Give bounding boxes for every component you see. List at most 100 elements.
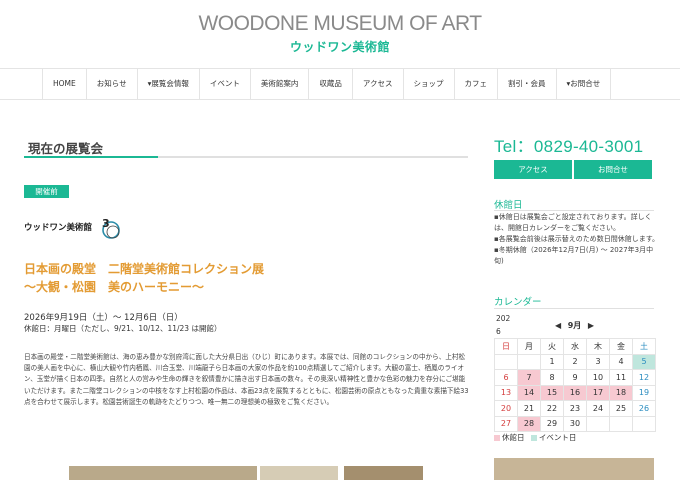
calendar-day[interactable]: 4: [609, 353, 633, 370]
sidebar-artwork-image[interactable]: [494, 458, 654, 480]
nav-exhibitions[interactable]: ▾展覧会情報: [136, 69, 199, 99]
calendar-day[interactable]: 10: [586, 369, 610, 386]
closed-days-notes: ▪休館日は展覧会ごと設定されております。詳しくは、開館日カレンダーをご覧ください…: [494, 212, 660, 267]
title-divider-accent: [24, 156, 158, 158]
calendar-day[interactable]: 29: [540, 415, 564, 432]
nav-home[interactable]: HOME: [42, 69, 86, 99]
nav-news[interactable]: お知らせ: [85, 69, 137, 99]
nav-shop[interactable]: ショップ: [402, 69, 454, 99]
logo-text: ウッドワン美術館: [24, 223, 93, 233]
artwork-image-3: [344, 466, 423, 480]
calendar-year: 202: [496, 314, 511, 323]
calendar-day[interactable]: 20: [494, 400, 518, 417]
artwork-image-2: [260, 466, 338, 480]
note-item: ▪各展覧会前後は展示替えのため数日間休館します。: [494, 235, 660, 243]
exhibition-logo: ウッドワン美術館 3: [24, 215, 134, 243]
calendar-divider: [494, 308, 654, 309]
calendar-heading: カレンダー: [494, 297, 542, 308]
calendar-day[interactable]: 23: [563, 400, 587, 417]
calendar-week-row: 20 21 22 23 24 25 26: [494, 400, 656, 417]
calendar-year-digit: 6: [496, 327, 501, 336]
calendar-day[interactable]: 9: [563, 369, 587, 386]
next-month-button[interactable]: ▶: [588, 321, 594, 330]
calendar-day[interactable]: 17: [586, 384, 610, 401]
calendar-week-row: 13 14 15 16 17 18 19: [494, 384, 656, 401]
calendar-month-label: 9月: [567, 321, 582, 330]
calendar-day[interactable]: 15: [540, 384, 564, 401]
artwork-image-1: [69, 466, 257, 480]
calendar-weekday: 金: [609, 338, 633, 355]
calendar-day[interactable]: 26: [632, 400, 656, 417]
legend-closed: 休館日: [502, 433, 525, 442]
calendar-day[interactable]: 27: [494, 415, 518, 432]
exhibition-title-line1: 日本画の殿堂 二階堂美術館コレクション展: [24, 262, 265, 276]
calendar-month-nav: ◀ 9月 ▶: [555, 320, 594, 331]
calendar-day[interactable]: 30: [563, 415, 587, 432]
calendar-day[interactable]: 21: [517, 400, 541, 417]
calendar-day[interactable]: 16: [563, 384, 587, 401]
calendar-day[interactable]: 8: [540, 369, 564, 386]
access-button[interactable]: アクセス: [494, 160, 572, 179]
main-nav: HOME お知らせ ▾展覧会情報 イベント 美術館案内 収蔵品 アクセス ショッ…: [0, 68, 680, 100]
prev-month-button[interactable]: ◀: [555, 321, 561, 330]
note-item: ▪冬期休館（2026年12月7日(月) 〜 2027年3月中旬): [494, 246, 654, 265]
nav-discount-membership[interactable]: 割引・会員: [497, 69, 556, 99]
exhibition-title-line2: 〜大観・松園 美のハーモニー〜: [24, 280, 205, 294]
closed-swatch: [494, 435, 500, 441]
calendar-day[interactable]: 18: [609, 384, 633, 401]
calendar-weekday-row: 日月火水木金土: [494, 338, 656, 355]
logo-mark-digit: 3: [102, 217, 110, 230]
status-badge: 開催前: [24, 185, 69, 198]
nav-cafe[interactable]: カフェ: [453, 69, 498, 99]
event-swatch: [530, 435, 537, 441]
site-subtitle[interactable]: ウッドワン美術館: [0, 38, 680, 55]
exhibition-closed-days: 休館日：月曜日（ただし、9/21、10/12、11/23 は開館）: [24, 324, 222, 333]
calendar-day[interactable]: 7: [517, 369, 541, 386]
phone-number[interactable]: Tel：0829-40-3001: [494, 132, 643, 157]
calendar-weekday: 木: [586, 338, 610, 355]
calendar-day[interactable]: 28: [517, 415, 541, 432]
calendar-day: [517, 353, 541, 370]
nav-museum-guide[interactable]: 美術館案内: [249, 69, 309, 99]
calendar-day[interactable]: 14: [517, 384, 541, 401]
contact-button[interactable]: お問合せ: [574, 160, 652, 179]
nav-collection[interactable]: 収蔵品: [308, 69, 352, 99]
calendar-weekday: 火: [540, 338, 564, 355]
calendar-day[interactable]: 19: [632, 384, 656, 401]
calendar-week-row: 12345: [494, 353, 656, 370]
calendar-day[interactable]: 2: [563, 353, 587, 370]
calendar-week-row: 6 7 8 9 10 11 12: [494, 369, 656, 386]
calendar-day: [586, 415, 610, 432]
calendar-day: [632, 415, 656, 432]
calendar-day[interactable]: 6: [494, 369, 518, 386]
calendar-day[interactable]: 1: [540, 353, 564, 370]
nav-access[interactable]: アクセス: [351, 69, 403, 99]
calendar-weekday: 土: [632, 338, 656, 355]
calendar-day[interactable]: 22: [540, 400, 564, 417]
page-title: 現在の展覧会: [28, 141, 104, 156]
calendar-weekday: 水: [563, 338, 587, 355]
calendar-table: 日月火水木金土 1 2 3 4 5 6 7 8 9 10 11 12 13 14 15 16 17 18 19 20 21…: [494, 338, 656, 432]
calendar-day[interactable]: 24: [586, 400, 610, 417]
calendar-weekday: 月: [517, 338, 541, 355]
closed-days-heading: 休館日: [494, 200, 523, 211]
calendar-day: [494, 353, 518, 370]
calendar-weekday: 日: [494, 338, 518, 355]
closed-days-divider: [494, 210, 654, 211]
calendar-day[interactable]: 12: [632, 369, 656, 386]
calendar-day: [609, 415, 633, 432]
calendar-day[interactable]: 13: [494, 384, 518, 401]
nav-contact[interactable]: ▾お問合せ: [555, 69, 612, 99]
exhibition-title: 日本画の殿堂 二階堂美術館コレクション展 〜大観・松園 美のハーモニー〜: [24, 260, 264, 296]
legend-event: イベント日: [538, 433, 577, 442]
anniversary-mark-icon: 3: [102, 217, 120, 239]
nav-events[interactable]: イベント: [198, 69, 250, 99]
calendar-week-row: 27 28 29 30: [494, 415, 656, 432]
calendar-day[interactable]: 11: [609, 369, 633, 386]
site-title[interactable]: WOODONE MUSEUM OF ART: [0, 12, 680, 36]
calendar-legend: 休館日 イベント日: [494, 432, 576, 443]
calendar-day[interactable]: 25: [609, 400, 633, 417]
calendar-day[interactable]: 3: [586, 353, 610, 370]
calendar-day[interactable]: 5: [632, 353, 656, 370]
exhibition-description: 日本画の殿堂・二階堂美術館は、海の恵み豊かな別府湾に面した大分県日出（ひじ）町に…: [24, 353, 469, 406]
